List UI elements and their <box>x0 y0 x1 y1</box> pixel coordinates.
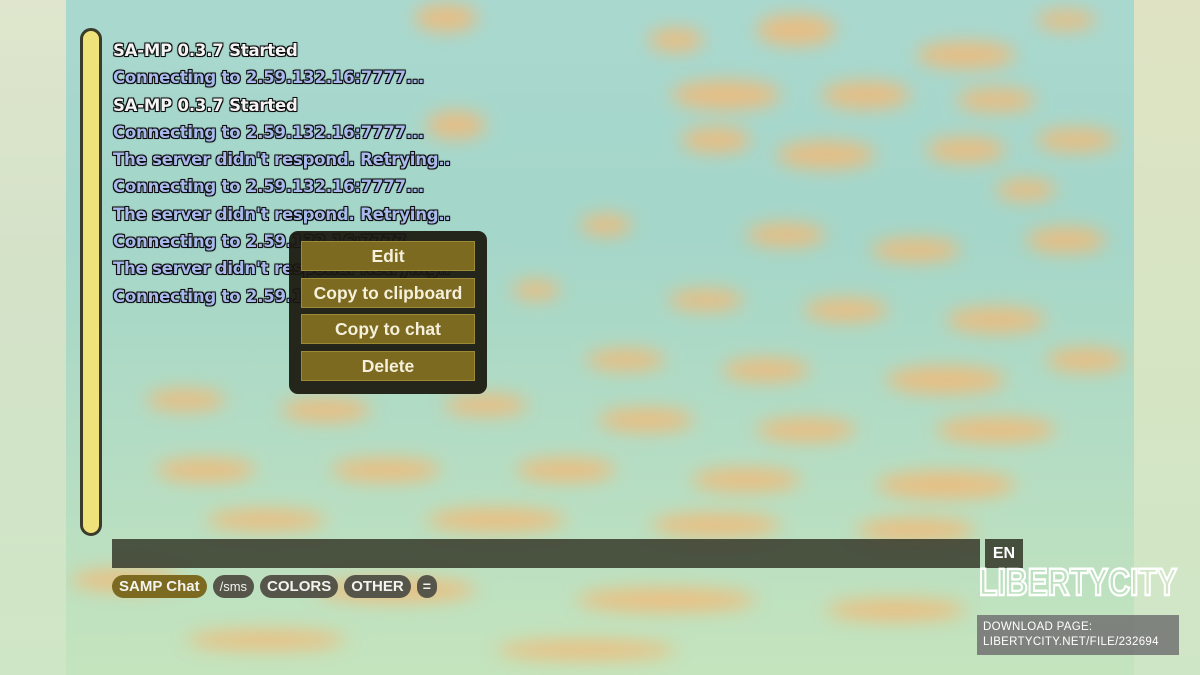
menu-item-copy-to-clipboard[interactable]: Copy to clipboard <box>301 277 475 308</box>
menu-item-delete[interactable]: Delete <box>301 350 475 381</box>
svg-text:LIBERTYCITY: LIBERTYCITY <box>979 562 1177 604</box>
chat-input[interactable] <box>112 539 980 568</box>
left-pillarbox <box>0 0 66 675</box>
watermark-line-2: LIBERTYCITY.NET/FILE/232694 <box>983 636 1159 648</box>
watermark-line-1: DOWNLOAD PAGE: <box>983 621 1093 633</box>
watermark-download-info: DOWNLOAD PAGE: LIBERTYCITY.NET/FILE/2326… <box>977 615 1179 655</box>
quick-sms-button[interactable]: /sms <box>212 575 255 598</box>
chat-line: SA-MP 0.3.7 Started <box>113 95 298 115</box>
quick-colors-button[interactable]: COLORS <box>260 575 339 598</box>
quick-samp-chat-button[interactable]: SAMP Chat <box>112 575 207 598</box>
chat-line: SA-MP 0.3.7 Started <box>113 41 298 60</box>
menu-item-edit[interactable]: Edit <box>301 241 475 271</box>
chat-line: Connecting to 2.59.132.16:7777... <box>113 122 425 142</box>
quick-other-button[interactable]: OTHER <box>344 575 411 598</box>
chat-line: The server didn't respond. Retrying.. <box>113 204 451 224</box>
libertycity-logo: LIBERTYCITY <box>978 561 1178 605</box>
context-menu: Edit Copy to clipboard Copy to chat Dele… <box>289 231 487 394</box>
quick-command-bar: SAMP Chat /sms COLORS OTHER = <box>112 575 437 598</box>
chat-line: Connecting to 2.59.132.16:7777... <box>113 177 425 197</box>
quick-equals-button[interactable]: = <box>416 575 437 598</box>
chat-scrollbar[interactable] <box>80 28 102 536</box>
chat-line: Connecting to 2.59.132.16:7777... <box>113 68 425 88</box>
chat-line: The server didn't respond. Retrying.. <box>113 150 451 170</box>
menu-item-copy-to-chat[interactable]: Copy to chat <box>301 314 475 344</box>
